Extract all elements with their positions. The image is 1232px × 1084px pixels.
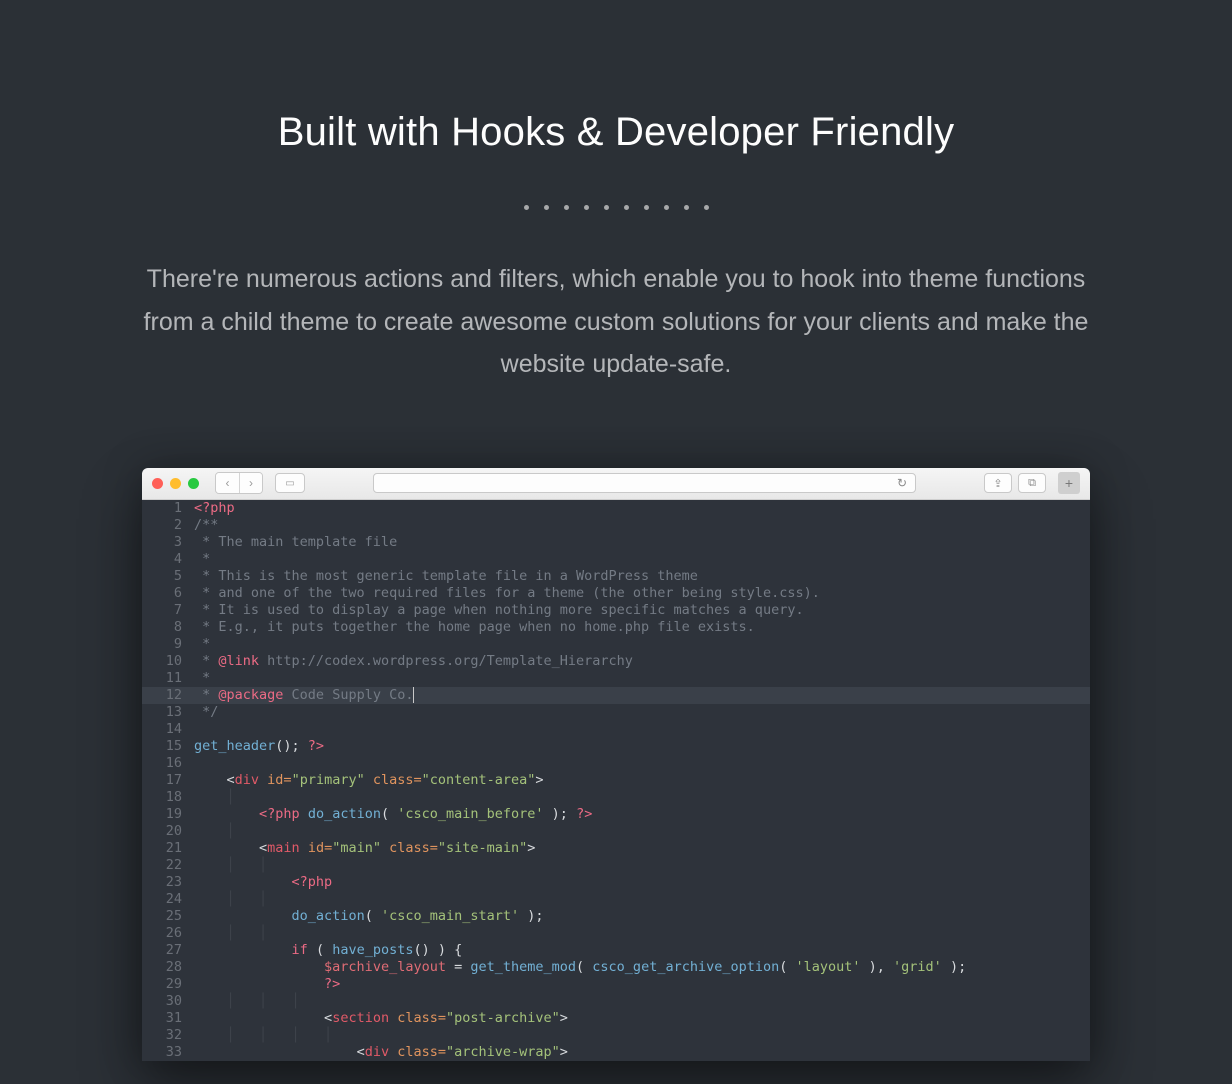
line-number: 1: [142, 500, 194, 517]
sidebar-toggle-button[interactable]: ▭: [275, 473, 305, 493]
close-icon[interactable]: [152, 478, 163, 489]
reload-icon[interactable]: ↻: [897, 476, 907, 490]
browser-window: ‹ › ▭ ↻ ⇪ ⧉ + 1<?php 2/** 3 * The main t…: [142, 468, 1090, 1061]
browser-chrome: ‹ › ▭ ↻ ⇪ ⧉ +: [142, 468, 1090, 500]
section-heading: Built with Hooks & Developer Friendly: [0, 110, 1232, 155]
minimize-icon[interactable]: [170, 478, 181, 489]
new-tab-button[interactable]: +: [1058, 472, 1080, 494]
maximize-icon[interactable]: [188, 478, 199, 489]
tabs-button[interactable]: ⧉: [1018, 473, 1046, 493]
forward-button[interactable]: ›: [239, 473, 262, 493]
address-bar[interactable]: ↻: [373, 473, 916, 493]
traffic-lights: [152, 478, 199, 489]
section-description: There're numerous actions and filters, w…: [136, 258, 1096, 386]
active-line: 12 * @package Code Supply Co.: [142, 687, 1090, 704]
divider-dots: [0, 205, 1232, 210]
back-button[interactable]: ‹: [216, 473, 239, 493]
share-button[interactable]: ⇪: [984, 473, 1012, 493]
code-editor: 1<?php 2/** 3 * The main template file 4…: [142, 500, 1090, 1061]
nav-buttons: ‹ ›: [215, 472, 263, 494]
